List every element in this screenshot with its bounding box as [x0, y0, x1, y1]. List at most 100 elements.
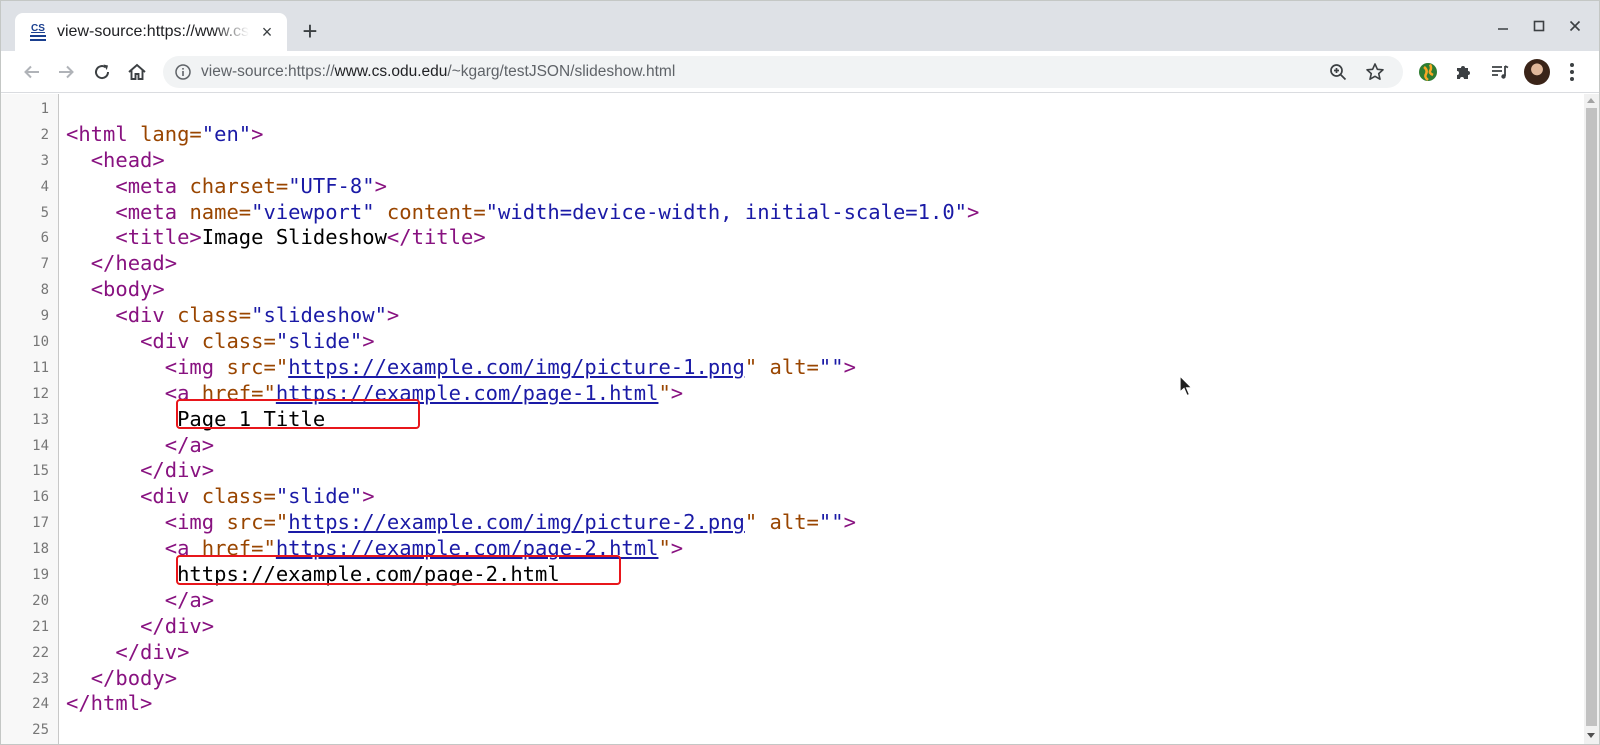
tab-title: view-source:https://www.cs.odu.edu/~kgar…	[57, 23, 249, 40]
home-icon[interactable]	[122, 57, 152, 87]
token-text: Image Slideshow	[201, 225, 387, 250]
token-val: "slide"	[275, 484, 363, 509]
token-attr: "	[275, 510, 289, 535]
token-attr: src=	[226, 354, 276, 379]
url-text[interactable]: view-source:https://www.cs.odu.edu/~kgar…	[201, 63, 675, 81]
line-code: </a>	[66, 588, 214, 614]
token-attr: class=	[177, 303, 252, 328]
url-scheme: view-source:https://	[201, 63, 335, 80]
line-number: 21	[32, 618, 49, 635]
line-number: 13	[32, 411, 49, 428]
close-window-icon[interactable]	[1557, 13, 1593, 39]
line-number: 1	[40, 101, 49, 117]
line-code: <div class="slide">	[66, 484, 375, 510]
token-val: "slide"	[275, 329, 363, 354]
line-number: 24	[32, 696, 49, 713]
token-val: "viewport"	[251, 199, 375, 224]
token-attr: "	[658, 536, 671, 561]
source-line: 11 <img src="https://example.com/img/pic…	[1, 355, 1581, 381]
line-number: 7	[40, 256, 49, 273]
scroll-up-arrow-icon[interactable]	[1587, 98, 1595, 103]
source-line: 21 </div>	[1, 614, 1581, 640]
new-tab-button[interactable]: +	[299, 18, 321, 44]
token-tag: >	[386, 303, 400, 328]
line-number: 18	[32, 541, 49, 558]
token-tag: </head>	[90, 251, 178, 276]
zoom-icon[interactable]	[1329, 63, 1347, 81]
vertical-scrollbar[interactable]	[1584, 94, 1599, 744]
line-number: 23	[32, 670, 49, 687]
tab-close-icon[interactable]: ×	[259, 23, 275, 41]
line-code: <div class="slide">	[66, 329, 375, 355]
source-line: 2 <html lang="en">	[1, 122, 1581, 148]
line-number: 10	[32, 334, 49, 351]
source-line: 25	[1, 717, 1581, 743]
tab-view-source[interactable]: CS view-source:https://www.cs.odu.edu/~k…	[15, 13, 287, 51]
extension-globe-icon[interactable]	[1417, 61, 1439, 83]
token-tag: >	[251, 121, 264, 146]
line-code: <head>	[66, 148, 165, 174]
token-tag: >	[362, 484, 375, 509]
token-tag: <div	[115, 303, 178, 328]
token-attr: "	[744, 354, 758, 379]
source-line: 7 </head>	[1, 251, 1581, 277]
source-line: 8 <body>	[1, 277, 1581, 303]
line-number: 14	[32, 437, 49, 454]
line-code: <html lang="en">	[66, 122, 264, 148]
cs-favicon-icon: CS	[29, 21, 47, 43]
line-number: 5	[40, 204, 49, 221]
token-attr: "	[658, 380, 671, 405]
line-code: <img src= "https://example.com/img/pictur…	[66, 355, 856, 381]
token-tag: <img	[164, 354, 227, 379]
minimize-icon[interactable]	[1485, 13, 1521, 39]
forward-arrow-icon[interactable]	[51, 57, 81, 87]
token-attr: class=	[201, 329, 276, 354]
token-val: "width=device-width, initial-scale=1.0"	[485, 199, 968, 224]
url-path: /~kgarg/testJSON/slideshow.html	[447, 63, 676, 80]
line-code: </body>	[66, 666, 177, 692]
token-val: ""	[818, 354, 844, 379]
source-link[interactable]: https://example.com/img/picture-2.png	[288, 510, 745, 534]
line-number: 2	[40, 126, 49, 143]
token-attr: alt=	[757, 510, 819, 535]
line-code: <meta name="viewport" content="width=dev…	[66, 200, 979, 226]
toolbar: view-source:https://www.cs.odu.edu/~kgar…	[1, 51, 1599, 93]
address-bar[interactable]: view-source:https://www.cs.odu.edu/~kgar…	[163, 56, 1403, 88]
info-icon[interactable]	[175, 64, 191, 80]
token-tag: <meta	[115, 173, 190, 198]
source-line: 14 </a>	[1, 433, 1581, 459]
line-code: </div>	[66, 640, 189, 666]
menu-dots-icon[interactable]	[1561, 61, 1583, 83]
extensions-puzzle-icon[interactable]	[1453, 61, 1475, 83]
token-tag: >	[362, 329, 375, 354]
token-tag: </a>	[164, 432, 215, 457]
token-attr: "	[744, 510, 758, 535]
token-attr: name=	[189, 199, 252, 224]
favicon-text: CS	[31, 22, 45, 34]
maximize-icon[interactable]	[1521, 13, 1557, 39]
profile-avatar[interactable]	[1524, 59, 1550, 85]
source-link[interactable]: https://example.com/img/picture-1.png	[288, 355, 745, 379]
line-number: 3	[40, 152, 49, 169]
line-number: 25	[32, 722, 49, 739]
source-viewer: 1 2 <html lang="en"> 3 <head> 4 <meta charse…	[1, 94, 1599, 744]
line-code: <div class="slideshow">	[66, 303, 399, 329]
line-code: </div>	[66, 614, 214, 640]
token-attr: lang=	[140, 121, 202, 146]
token-attr: class=	[201, 484, 276, 509]
line-number: 4	[40, 178, 49, 195]
source-line: 6 <title>Image Slideshow</title>	[1, 225, 1581, 251]
source-line: 23 </body>	[1, 666, 1581, 692]
source-line: 1	[1, 96, 1581, 122]
media-playlist-icon[interactable]	[1489, 61, 1511, 83]
source-line: 20 </a>	[1, 588, 1581, 614]
back-arrow-icon[interactable]	[17, 57, 47, 87]
line-code: </html>	[66, 691, 152, 717]
scrollbar-thumb[interactable]	[1586, 108, 1597, 726]
reload-icon[interactable]	[87, 57, 117, 87]
bookmark-star-icon[interactable]	[1365, 62, 1385, 82]
token-tag: >	[374, 173, 387, 198]
scroll-down-arrow-icon[interactable]	[1587, 733, 1595, 738]
token-val: "slideshow"	[251, 303, 387, 328]
line-number: 12	[32, 385, 49, 402]
